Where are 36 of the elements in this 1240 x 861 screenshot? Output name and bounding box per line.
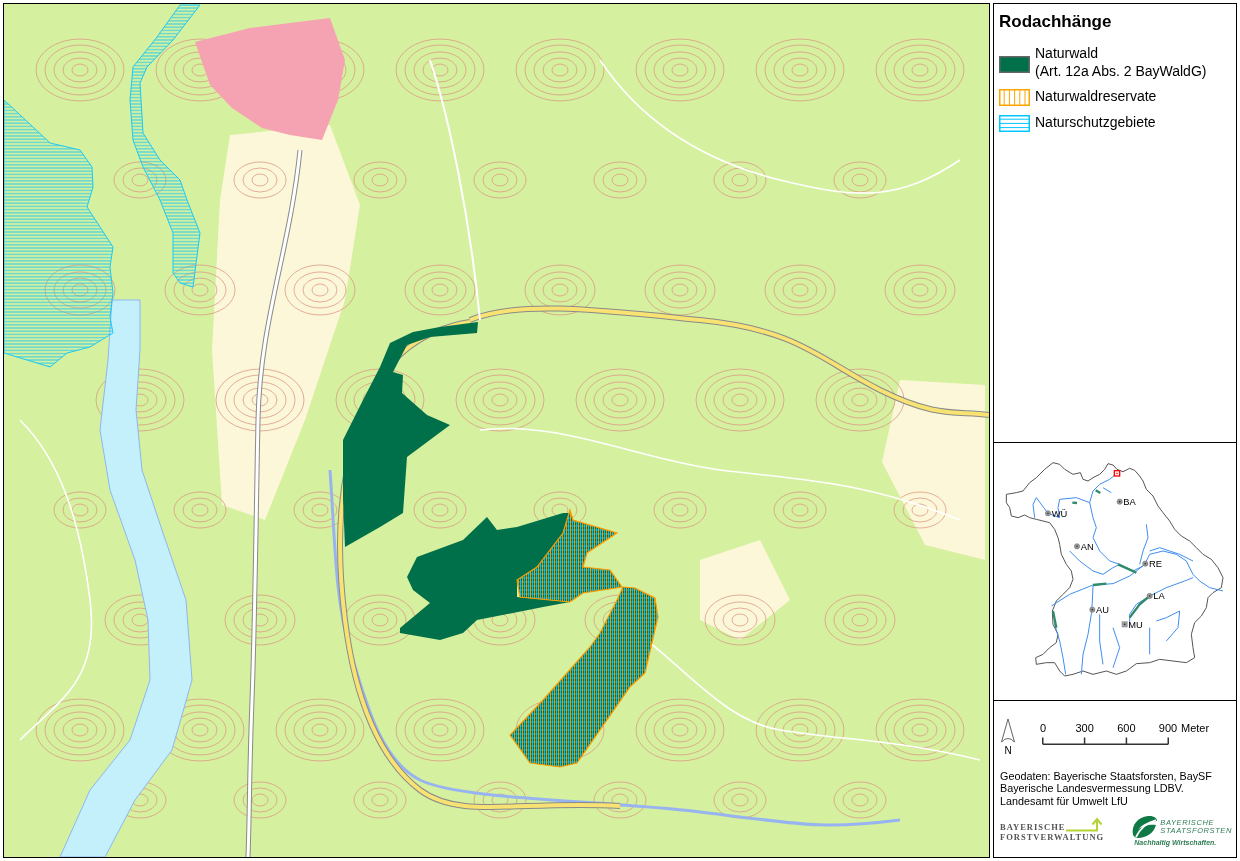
city-marker-icon: [1045, 510, 1051, 517]
scale-label: 900: [1158, 722, 1178, 735]
city-marker-icon: [1074, 543, 1080, 550]
city-marker-icon: [1142, 560, 1149, 567]
scale-label: 0: [1039, 722, 1047, 735]
location-marker-icon: [1113, 470, 1121, 477]
north-arrow-icon: [1000, 718, 1016, 744]
city-marker-icon: [1089, 606, 1096, 613]
city-marker-icon: [1146, 593, 1153, 599]
city-label: RE: [1149, 559, 1162, 569]
scale-label: 600: [1117, 722, 1136, 735]
solid-swatch-icon: [999, 55, 1030, 73]
city-label: AN: [1080, 541, 1094, 552]
legend-label: Naturwaldreservate: [1035, 86, 1157, 105]
credit-line: Landesamt für Umwelt LfU: [1000, 794, 1129, 807]
north-label: N: [1004, 745, 1012, 756]
city-marker-icon: [1116, 498, 1123, 505]
arrow-logo-icon: [1066, 816, 1103, 832]
vertical-hatch-swatch-icon: [999, 89, 1030, 106]
credit-line: Bayerische Landesvermessung LDBV.: [1000, 782, 1185, 795]
city-label: AU: [1096, 605, 1109, 615]
leaf-logo-icon: [1130, 814, 1159, 839]
horizontal-hatch-swatch-icon: [999, 115, 1030, 132]
legend-label: Naturschutzgebiete: [1035, 112, 1156, 131]
city-label: LA: [1153, 591, 1165, 602]
city-label: MU: [1128, 619, 1143, 630]
logo-text: FORSTVERWALTUNG: [1000, 831, 1105, 842]
logo-text: BAYERISCHE: [1000, 821, 1066, 832]
legend-title: Rodachhänge: [999, 12, 1113, 32]
scale-label: 300: [1075, 722, 1094, 735]
city-label: BA: [1123, 497, 1136, 507]
city-label: WÜ: [1051, 508, 1068, 519]
capital-marker-icon: [1121, 621, 1128, 628]
scale-unit: Meter: [1181, 722, 1210, 735]
legend-label: Naturwald (Art. 12a Abs. 2 BayWaldG): [1035, 44, 1207, 80]
credit-line: Geodaten: Bayerische Staatsforsten, BaySF: [1000, 770, 1213, 783]
